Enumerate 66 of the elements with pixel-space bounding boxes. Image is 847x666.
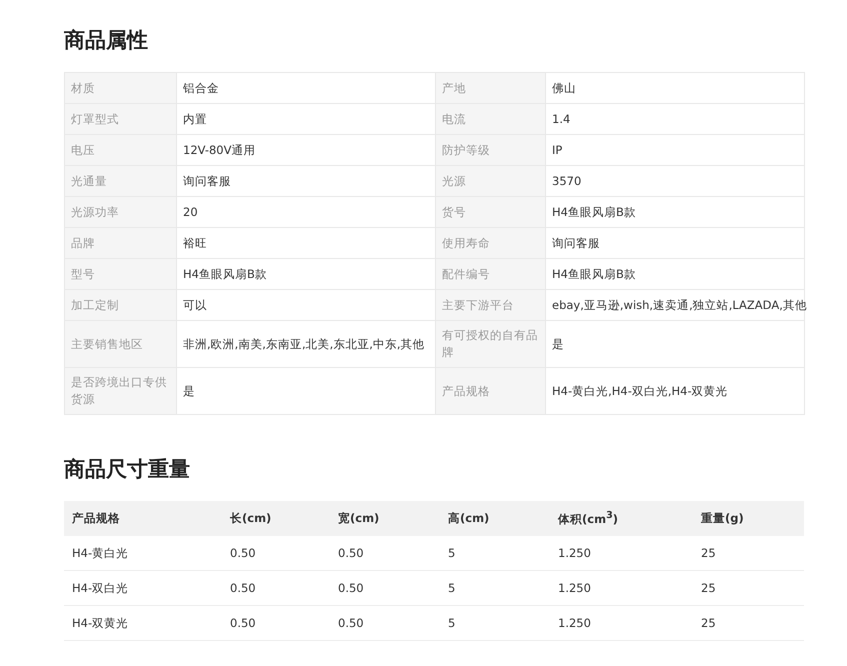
- table-cell: 5: [440, 570, 550, 606]
- table-cell: 0.50: [330, 606, 440, 640]
- section-title: 商品属性: [64, 27, 149, 54]
- table-cell: 0.50: [330, 536, 440, 570]
- attribute-value: 3570: [546, 166, 804, 196]
- column-header: 产品规格: [64, 501, 222, 536]
- column-header: 宽(cm): [330, 501, 440, 536]
- attribute-label: 型号: [64, 258, 176, 290]
- attribute-value: H4-黄白光,H4-双白光,H4-双黄光: [546, 368, 804, 414]
- attribute-value: 铝合金: [176, 72, 436, 104]
- attribute-label: 主要下游平台: [436, 290, 546, 320]
- attribute-value: 1.4: [546, 104, 804, 134]
- attribute-label: 配件编号: [436, 258, 546, 290]
- attribute-value: 内置: [176, 104, 436, 134]
- table-cell: H4-双黄光: [64, 606, 222, 640]
- attribute-label: 电流: [436, 104, 546, 134]
- attribute-value: ebay,亚马逊,wish,速卖通,独立站,LAZADA,其他: [546, 290, 804, 320]
- section-title: 商品尺寸重量: [64, 456, 191, 483]
- table-cell: 25: [693, 606, 804, 640]
- attribute-label: 光源: [436, 166, 546, 196]
- attribute-label: 防护等级: [436, 134, 546, 166]
- table-cell: 25: [693, 536, 804, 570]
- column-header: 长(cm): [222, 501, 330, 536]
- attribute-label: 光通量: [64, 166, 176, 196]
- attribute-label: 光源功率: [64, 196, 176, 228]
- column-header: 体积(cm$^{3}$): [550, 501, 693, 536]
- attribute-label: 使用寿命: [436, 228, 546, 258]
- attribute-label: 是否跨境出口专供货源: [64, 368, 176, 414]
- attribute-label: 电压: [64, 134, 176, 166]
- table-cell: 25: [693, 570, 804, 606]
- attribute-label: 加工定制: [64, 290, 176, 320]
- attribute-value: 询问客服: [546, 228, 804, 258]
- attribute-value: H4鱼眼风扇B款: [546, 258, 804, 290]
- table-cell: H4-双白光: [64, 570, 222, 606]
- attribute-label: 灯罩型式: [64, 104, 176, 134]
- attribute-value: 佛山: [546, 72, 804, 104]
- attribute-label: 产地: [436, 72, 546, 104]
- attribute-value: 20: [176, 196, 436, 228]
- attribute-value: 询问客服: [176, 166, 436, 196]
- attribute-label: 主要销售地区: [64, 320, 176, 368]
- table-cell: 1.250: [550, 606, 693, 640]
- table-cell: 0.50: [222, 570, 330, 606]
- table-cell: 0.50: [222, 606, 330, 640]
- attribute-value: IP: [546, 134, 804, 166]
- attribute-value: 是: [176, 368, 436, 414]
- table-cell: 1.250: [550, 570, 693, 606]
- attribute-value: 12V-80V通用: [176, 134, 436, 166]
- table-cell: H4-黄白光: [64, 536, 222, 570]
- table-cell: 0.50: [222, 536, 330, 570]
- table-cell: 5: [440, 606, 550, 640]
- column-header: 重量(g): [693, 501, 804, 536]
- attribute-label: 品牌: [64, 228, 176, 258]
- table-cell: 5: [440, 536, 550, 570]
- attribute-value: 可以: [176, 290, 436, 320]
- attribute-value: 裕旺: [176, 228, 436, 258]
- column-header: 高(cm): [440, 501, 550, 536]
- table-cell: 1.250: [550, 536, 693, 570]
- attribute-value: 是: [546, 320, 804, 368]
- attribute-value: H4鱼眼风扇B款: [546, 196, 804, 228]
- attribute-label: 材质: [64, 72, 176, 104]
- table-cell: 0.50: [330, 570, 440, 606]
- attribute-value: H4鱼眼风扇B款: [176, 258, 436, 290]
- attribute-value: 非洲,欧洲,南美,东南亚,北美,东北亚,中东,其他: [176, 320, 436, 368]
- attribute-label: 有可授权的自有品牌: [436, 320, 546, 368]
- attribute-label: 产品规格: [436, 368, 546, 414]
- attribute-label: 货号: [436, 196, 546, 228]
